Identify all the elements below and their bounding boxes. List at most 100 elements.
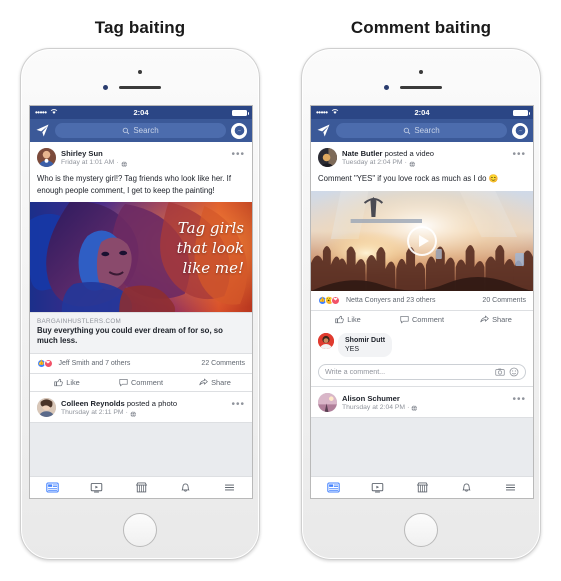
- search-icon: [122, 127, 130, 135]
- home-button[interactable]: [404, 513, 438, 547]
- comment-composer[interactable]: Write a comment...: [318, 363, 526, 380]
- messenger-icon[interactable]: [231, 122, 247, 139]
- video-play-icon: [90, 482, 103, 493]
- messenger-send-icon[interactable]: [316, 123, 331, 138]
- comment-button[interactable]: Comment: [104, 378, 178, 387]
- post-author-name[interactable]: Shirley Sun: [61, 149, 226, 158]
- reaction-summary-bar[interactable]: 👍 😮 ❤ Netta Conyers and 23 others 20 Com…: [311, 291, 533, 310]
- comment-label: Comment: [130, 377, 164, 387]
- author-action-text: posted a video: [382, 149, 435, 158]
- status-bar: ••••• 2:04: [30, 106, 252, 119]
- like-label: Like: [66, 377, 80, 387]
- news-feed-icon: [45, 482, 59, 493]
- post-header: Shirley Sun Friday at 1:01 AM · •••: [30, 142, 252, 172]
- status-bar: ••••• 2:04: [311, 106, 533, 119]
- messenger-send-icon[interactable]: [35, 123, 50, 138]
- search-input[interactable]: Search: [55, 123, 226, 138]
- overlay-line-2: that look: [176, 239, 244, 258]
- reaction-names[interactable]: Netta Conyers and 23 others: [346, 297, 436, 304]
- caption-comment-baiting: Comment baiting: [350, 18, 492, 37]
- author-text: Colleen Reynolds: [61, 398, 125, 408]
- bottom-navigation: [30, 476, 252, 498]
- nav-watch[interactable]: [74, 481, 118, 494]
- thumbs-up-icon: [335, 315, 344, 323]
- video-play-icon: [371, 482, 384, 493]
- post-author-name[interactable]: Alison Schumer: [342, 394, 507, 403]
- post-meta: Nate Butler posted a video Tuesday at 2:…: [342, 148, 507, 168]
- nav-news-feed[interactable]: [311, 481, 355, 494]
- share-button[interactable]: Share: [178, 378, 252, 387]
- more-options-icon[interactable]: •••: [231, 398, 245, 410]
- play-button-icon[interactable]: [407, 225, 437, 256]
- more-options-icon[interactable]: •••: [231, 148, 245, 160]
- comment-bubble: Shomir Dutt YES: [338, 332, 393, 357]
- post-video[interactable]: [311, 190, 533, 291]
- nav-notifications[interactable]: [444, 481, 488, 494]
- post-image[interactable]: Tag girls that look like me!: [30, 201, 252, 312]
- proximity-sensor-icon: [384, 85, 389, 90]
- news-feed[interactable]: Nate Butler posted a video Tuesday at 2:…: [311, 142, 533, 498]
- like-button[interactable]: Like: [311, 315, 385, 324]
- avatar[interactable]: [318, 392, 337, 412]
- love-reaction-icon: ❤: [331, 295, 340, 305]
- home-button[interactable]: [123, 513, 157, 547]
- reaction-names[interactable]: Jeff Smith and 7 others: [59, 360, 131, 367]
- comment-count[interactable]: 20 Comments: [482, 297, 526, 304]
- comment-label: Comment: [411, 314, 445, 324]
- status-bar-time: 2:04: [414, 108, 430, 117]
- emoji-smiley-icon[interactable]: [509, 367, 519, 377]
- nav-menu[interactable]: [208, 481, 252, 494]
- globe-icon: [121, 161, 128, 168]
- more-options-icon[interactable]: •••: [512, 393, 526, 405]
- camera-icon[interactable]: [495, 367, 505, 377]
- share-label: Share: [492, 314, 512, 324]
- share-button[interactable]: Share: [459, 315, 533, 324]
- nav-marketplace[interactable]: [400, 481, 444, 494]
- comment-input-placeholder[interactable]: Write a comment...: [325, 367, 491, 376]
- comment-item[interactable]: Shomir Dutt YES: [311, 328, 533, 360]
- post-meta: Alison Schumer Thursday at 2:04 PM ·: [342, 393, 507, 413]
- share-arrow-icon: [199, 378, 208, 386]
- globe-icon: [409, 161, 416, 168]
- more-options-icon[interactable]: •••: [512, 148, 526, 160]
- feed-post[interactable]: Alison Schumer Thursday at 2:04 PM · •••: [311, 386, 533, 419]
- nav-watch[interactable]: [355, 481, 399, 494]
- nav-notifications[interactable]: [163, 481, 207, 494]
- feed-post[interactable]: Colleen Reynolds posted a photo Thursday…: [30, 391, 252, 424]
- messenger-icon[interactable]: [512, 122, 528, 139]
- avatar[interactable]: [37, 397, 56, 417]
- bell-icon: [181, 483, 190, 492]
- avatar[interactable]: [318, 332, 334, 349]
- share-label: Share: [211, 377, 231, 387]
- earpiece-speaker: [400, 86, 442, 89]
- feed-post[interactable]: Nate Butler posted a video Tuesday at 2:…: [311, 142, 533, 387]
- reaction-summary-bar[interactable]: 👍 ❤ Jeff Smith and 7 others 22 Comments: [30, 354, 252, 373]
- news-feed-icon: [326, 482, 340, 493]
- post-author-name[interactable]: Nate Butler posted a video: [342, 149, 507, 158]
- news-feed[interactable]: Shirley Sun Friday at 1:01 AM · ••• Who: [30, 142, 252, 498]
- status-bar-time: 2:04: [133, 108, 149, 117]
- nav-marketplace[interactable]: [119, 481, 163, 494]
- nav-news-feed[interactable]: [30, 481, 74, 494]
- like-button[interactable]: Like: [30, 378, 104, 387]
- post-action-bar: Like Comment Share: [30, 372, 252, 391]
- app-header: Search: [30, 119, 252, 142]
- nav-menu[interactable]: [489, 481, 533, 494]
- battery-icon: [232, 109, 249, 116]
- post-author-name[interactable]: Colleen Reynolds posted a photo: [61, 399, 226, 408]
- link-preview-card[interactable]: BARGAINHUSTLERS.COM Buy everything you c…: [30, 311, 252, 354]
- comment-author[interactable]: Shomir Dutt: [345, 336, 385, 345]
- comment-count[interactable]: 22 Comments: [201, 360, 245, 367]
- store-icon: [416, 482, 428, 493]
- comment-bubble-icon: [119, 379, 128, 387]
- post-action-bar: Like Comment Share: [311, 309, 533, 328]
- post-timestamp: Thursday at 2:11 PM ·: [61, 409, 226, 418]
- reaction-icons: 👍 ❤: [37, 358, 53, 368]
- feed-post[interactable]: Shirley Sun Friday at 1:01 AM · ••• Who: [30, 142, 252, 392]
- search-input[interactable]: Search: [336, 123, 507, 138]
- bottom-navigation: [311, 476, 533, 498]
- search-placeholder-text: Search: [133, 126, 159, 135]
- comment-button[interactable]: Comment: [385, 315, 459, 324]
- avatar[interactable]: [318, 148, 337, 167]
- avatar[interactable]: [37, 148, 56, 167]
